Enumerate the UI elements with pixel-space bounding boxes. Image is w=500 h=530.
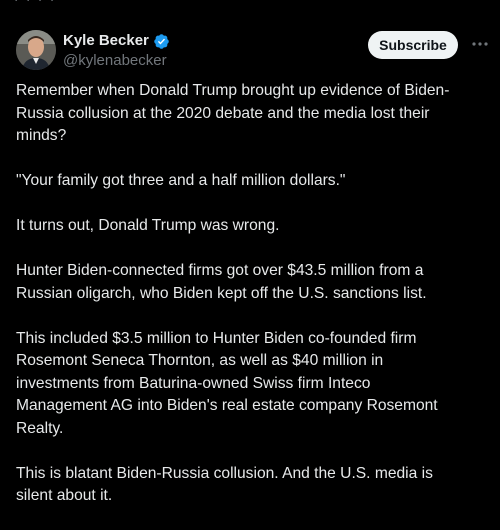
tweet-text: Remember when Donald Trump brought up ev… bbox=[16, 80, 486, 530]
tweet-paragraph: This included $3.5 million to Hunter Bid… bbox=[16, 329, 438, 437]
tweet-paragraph: It turns out, Donald Trump was wrong. bbox=[16, 217, 280, 234]
subscribe-button[interactable]: Subscribe bbox=[368, 31, 458, 59]
verified-badge-icon bbox=[153, 33, 170, 50]
author-name-row[interactable]: Kyle Becker bbox=[63, 32, 170, 50]
author-display-name[interactable]: Kyle Becker bbox=[63, 32, 149, 50]
avatar[interactable] bbox=[16, 30, 56, 70]
tweet-paragraph: Hunter Biden-connected firms got over $4… bbox=[16, 262, 427, 302]
more-horizontal-icon[interactable] bbox=[470, 36, 490, 52]
avatar-image bbox=[16, 30, 56, 70]
author-handle[interactable]: @kylenabecker bbox=[63, 52, 167, 70]
previous-tweet-remnant-text: · · · · bbox=[14, 0, 56, 6]
previous-tweet-remnant: · · · · bbox=[0, 0, 500, 6]
tweet-paragraph: "Your family got three and a half millio… bbox=[16, 172, 346, 189]
tweet-paragraph: Remember when Donald Trump brought up ev… bbox=[16, 82, 450, 144]
tweet-paragraph: This is blatant Biden-Russia collusion. … bbox=[16, 464, 433, 505]
